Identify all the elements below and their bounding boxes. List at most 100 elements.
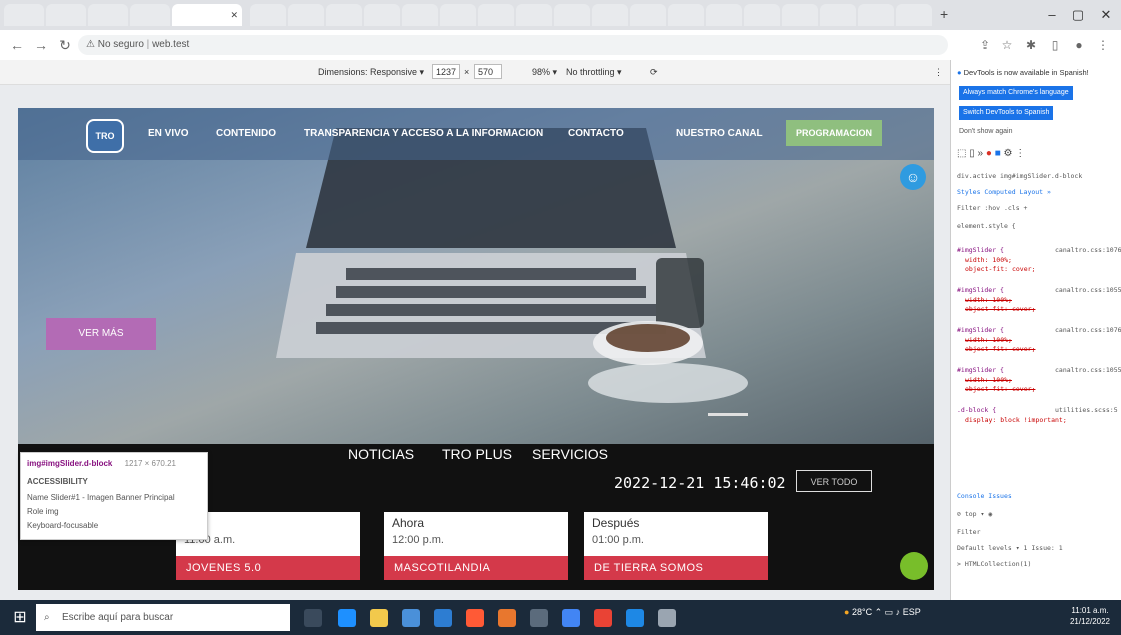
nav-en-vivo[interactable]: EN VIVO xyxy=(148,128,189,139)
weather-temp[interactable]: 28°C xyxy=(852,607,872,617)
css-source-link[interactable]: canaltro.css:1055 xyxy=(1055,366,1121,374)
device-menu-icon[interactable]: ⋮ xyxy=(934,65,943,79)
console-input[interactable]: > HTMLCollection(1) xyxy=(957,560,1031,568)
rotate-icon[interactable]: ⟳ xyxy=(650,65,658,79)
hero-slider-image[interactable]: TRO EN VIVO CONTENIDO TRANSPARENCIA Y AC… xyxy=(18,108,934,444)
store-icon[interactable] xyxy=(402,609,420,627)
weather-icon[interactable]: ● xyxy=(844,607,849,617)
browser-tab[interactable] xyxy=(364,4,400,26)
switch-language-button[interactable]: Switch DevTools to Spanish xyxy=(959,106,1054,120)
css-source-link[interactable]: canaltro.css:1055 xyxy=(1055,286,1121,294)
width-input[interactable]: 1237 xyxy=(432,64,460,79)
section-noticias[interactable]: NOTICIAS xyxy=(348,446,414,462)
console-context-select[interactable]: top ▾ xyxy=(965,510,985,518)
console-context[interactable]: ⊘ top ▾ ◉ xyxy=(957,510,992,518)
inspect-icon[interactable]: ⬚ xyxy=(957,148,966,159)
zoom-dropdown[interactable]: 98% ▾ xyxy=(532,65,557,79)
edge-icon[interactable] xyxy=(338,609,356,627)
mail-icon[interactable] xyxy=(434,609,452,627)
css-property-overridden[interactable]: width: 100%; xyxy=(965,376,1012,384)
nav-contenido[interactable]: CONTENIDO xyxy=(216,128,276,139)
browser-tab[interactable] xyxy=(4,4,44,26)
brave-icon[interactable] xyxy=(466,609,484,627)
css-property-overridden[interactable]: object-fit: cover; xyxy=(965,305,1035,313)
menu-dots-icon[interactable]: ⋮ xyxy=(1094,36,1112,54)
nav-transparencia[interactable]: TRANSPARENCIA Y ACCESO A LA INFORMACION xyxy=(304,128,543,139)
browser-tab[interactable] xyxy=(668,4,704,26)
share-icon[interactable]: ⇪ xyxy=(976,36,994,54)
section-tro-plus[interactable]: TRO PLUS xyxy=(442,446,512,462)
dimensions-dropdown[interactable]: Dimensions: Responsive ▾ xyxy=(318,65,424,79)
app-icon[interactable] xyxy=(498,609,516,627)
browser-tab[interactable] xyxy=(554,4,590,26)
devtools-menu-icon[interactable]: ⋮ xyxy=(1015,148,1025,159)
browser-tab[interactable] xyxy=(744,4,780,26)
schedule-show[interactable]: JOVENES 5.0 xyxy=(176,556,360,580)
forward-arrow-icon[interactable]: → xyxy=(32,36,50,54)
browser-tab[interactable] xyxy=(896,4,932,26)
new-tab-icon[interactable]: + xyxy=(940,6,948,22)
slider-indicator[interactable] xyxy=(708,413,748,416)
issues-icon[interactable]: ■ xyxy=(995,148,1001,159)
css-property[interactable]: object-fit: cover; xyxy=(965,265,1035,273)
browser-tab[interactable] xyxy=(250,4,286,26)
settings-gear-icon[interactable]: ⚙ xyxy=(1004,148,1013,159)
clear-console-icon[interactable]: ⊘ xyxy=(957,510,961,518)
css-source-link[interactable]: canaltro.css:1076 xyxy=(1055,246,1121,254)
back-arrow-icon[interactable]: ← xyxy=(8,36,26,54)
browser-tab[interactable] xyxy=(782,4,818,26)
close-icon[interactable]: ✕ xyxy=(230,10,238,21)
css-property-overridden[interactable]: object-fit: cover; xyxy=(965,385,1035,393)
app-icon[interactable] xyxy=(530,609,548,627)
chat-bubble-button[interactable] xyxy=(900,552,928,580)
device-toggle-icon[interactable]: ▯ xyxy=(969,148,975,159)
accessibility-icon[interactable]: ☺ xyxy=(900,164,926,190)
throttling-dropdown[interactable]: No throttling ▾ xyxy=(566,65,622,79)
ver-mas-button[interactable]: VER MÁS xyxy=(46,318,156,350)
close-window-button[interactable]: ✕ xyxy=(1094,6,1118,24)
devtools-breadcrumb[interactable]: div.active img#imgSlider.d-block xyxy=(957,172,1082,180)
avatar[interactable]: ● xyxy=(1070,36,1088,54)
schedule-card[interactable]: Después 01:00 p.m. xyxy=(584,512,768,556)
nav-contacto[interactable]: CONTACTO xyxy=(568,128,624,139)
task-view-icon[interactable] xyxy=(304,609,322,627)
file-explorer-icon[interactable] xyxy=(370,609,388,627)
tray-chevron-icon[interactable]: ⌃ xyxy=(875,607,883,617)
bookmark-star-icon[interactable]: ☆ xyxy=(998,36,1016,54)
css-property-overridden[interactable]: width: 100%; xyxy=(965,296,1012,304)
reload-icon[interactable]: ↻ xyxy=(56,36,74,54)
console-filter[interactable]: Filter xyxy=(957,528,980,536)
taskbar-clock[interactable]: 11:01 a.m. 21/12/2022 xyxy=(1066,605,1114,627)
browser-tab[interactable] xyxy=(592,4,628,26)
console-tabs[interactable]: Console Issues xyxy=(957,492,1012,500)
css-source-link[interactable]: canaltro.css:1076 xyxy=(1055,326,1121,334)
browser-tab[interactable] xyxy=(88,4,128,26)
css-property-overridden[interactable]: object-fit: cover; xyxy=(965,345,1035,353)
browser-tab[interactable] xyxy=(130,4,170,26)
height-input[interactable]: 570 xyxy=(474,64,502,79)
taskbar-search-input[interactable]: ⌕ Escribe aquí para buscar xyxy=(36,604,290,631)
browser-tab[interactable] xyxy=(630,4,666,26)
language-indicator[interactable]: ESP xyxy=(903,607,921,617)
browser-tab[interactable] xyxy=(820,4,856,26)
minimize-button[interactable]: – xyxy=(1040,6,1064,24)
nav-nuestro-canal[interactable]: NUESTRO CANAL xyxy=(676,128,763,139)
errors-icon[interactable]: ● xyxy=(986,148,992,159)
match-language-button[interactable]: Always match Chrome's language xyxy=(959,86,1073,100)
browser-tab[interactable] xyxy=(288,4,324,26)
css-source-link[interactable]: utilities.scss:5 xyxy=(1055,406,1118,414)
console-levels[interactable]: Default levels ▾ 1 Issue: 1 xyxy=(957,544,1063,552)
windows-start-icon[interactable]: ⊞ xyxy=(10,608,30,628)
volume-icon[interactable]: ♪ xyxy=(896,607,901,617)
address-bar[interactable]: ⚠ No seguro | web.test xyxy=(78,35,948,55)
dont-show-link[interactable]: Don't show again xyxy=(959,128,1012,135)
elements-tab-icon[interactable]: » xyxy=(978,148,984,159)
browser-tab[interactable] xyxy=(440,4,476,26)
side-panel-icon[interactable]: ▯ xyxy=(1046,36,1064,54)
warning-icon[interactable]: ⚠ xyxy=(86,39,95,50)
styles-tabs[interactable]: Styles Computed Layout » xyxy=(957,188,1051,196)
app-icon[interactable] xyxy=(594,609,612,627)
section-servicios[interactable]: SERVICIOS xyxy=(532,446,608,462)
browser-tab[interactable] xyxy=(478,4,514,26)
browser-tab[interactable] xyxy=(858,4,894,26)
